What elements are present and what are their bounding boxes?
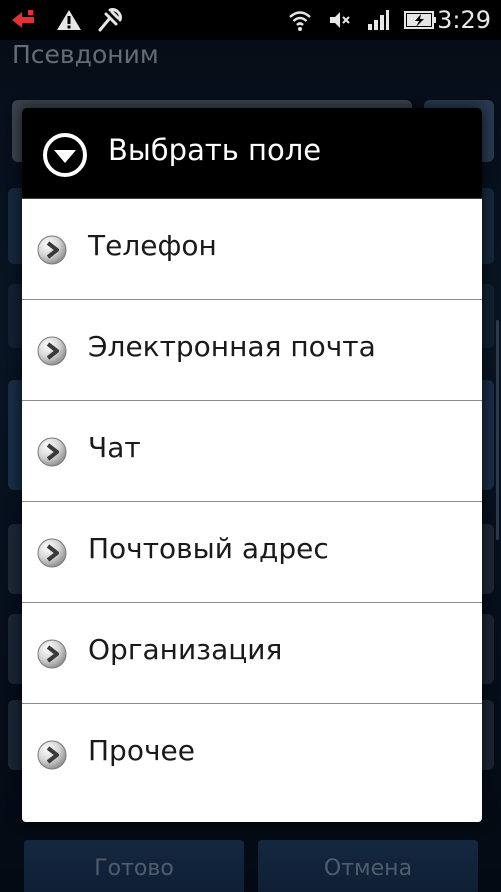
screen: 3:29 Псевдоним Готово Отмена Выбрать пол…	[0, 0, 501, 892]
chevron-right-icon	[37, 740, 67, 770]
battery-charging-icon	[404, 11, 436, 29]
chevron-right-icon	[37, 639, 67, 669]
chevron-right-icon	[37, 538, 67, 568]
warning-icon	[57, 10, 81, 30]
wifi-icon	[289, 11, 311, 31]
status-bar: 3:29	[0, 0, 501, 40]
debug-icon	[98, 8, 122, 32]
chevron-right-icon	[37, 235, 67, 265]
list-item-label: Почтовый адрес	[88, 532, 329, 565]
status-time: 3:29	[437, 6, 491, 34]
list-item-label: Чат	[88, 431, 141, 464]
list-item-other[interactable]: Прочее	[22, 704, 482, 805]
chevron-right-icon	[37, 437, 67, 467]
list-item-label: Организация	[88, 633, 283, 666]
list-item-label: Электронная почта	[88, 330, 376, 363]
dialog-header: Выбрать поле	[22, 108, 482, 199]
signal-icon	[368, 10, 389, 30]
list-item-label: Прочее	[88, 734, 195, 767]
chevron-right-icon	[37, 336, 67, 366]
list-item-label: Телефон	[88, 229, 217, 262]
list-item-chat[interactable]: Чат	[22, 401, 482, 502]
usb-notification-icon	[12, 10, 34, 28]
chevron-down-circle-icon	[43, 133, 87, 177]
mute-icon	[330, 12, 350, 28]
list-item-email[interactable]: Электронная почта	[22, 300, 482, 401]
select-field-dialog: Выбрать поле Телефон Электронная почта Ч…	[22, 108, 482, 822]
dialog-title: Выбрать поле	[108, 133, 322, 167]
list-item-postal-address[interactable]: Почтовый адрес	[22, 502, 482, 603]
list-item-organization[interactable]: Организация	[22, 603, 482, 704]
field-list: Телефон Электронная почта Чат Почтовый а…	[22, 199, 482, 805]
list-item-phone[interactable]: Телефон	[22, 199, 482, 300]
